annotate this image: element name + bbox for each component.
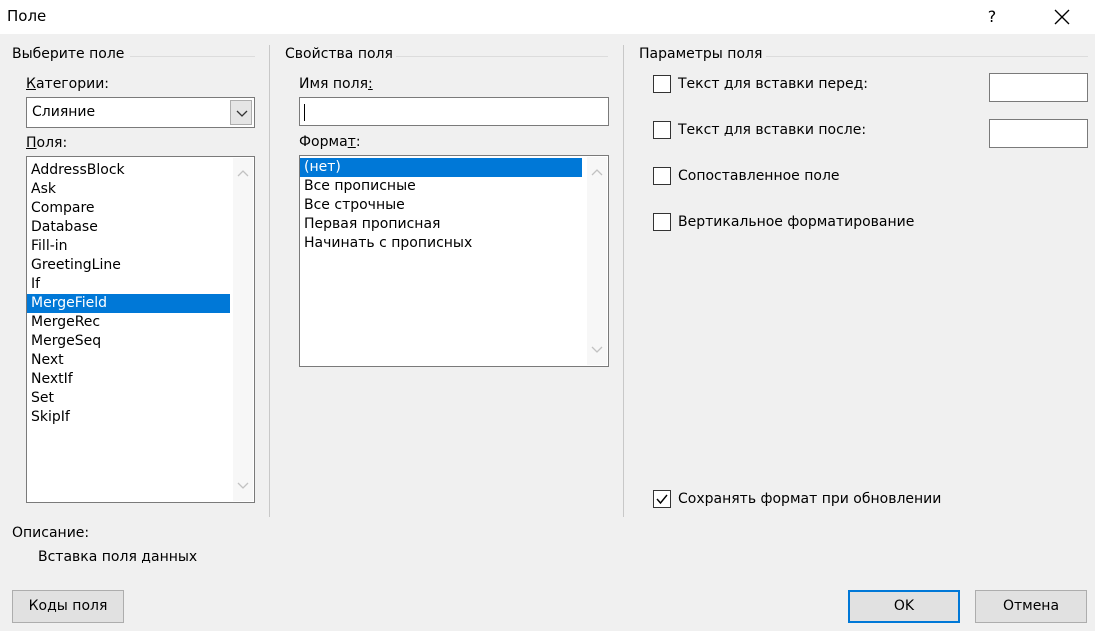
chevron-up-icon[interactable] — [236, 168, 250, 178]
list-item[interactable]: MergeRec — [27, 313, 230, 332]
window-title: Поле — [7, 7, 47, 25]
mapped-field-checkbox[interactable] — [653, 167, 671, 185]
text-after-checkbox[interactable] — [653, 121, 671, 139]
column-separator — [269, 45, 270, 517]
ok-button[interactable]: OK — [848, 590, 960, 623]
field-codes-button[interactable]: Коды поля — [12, 590, 124, 623]
fields-listbox[interactable]: AddressBlock Ask Compare Database Fill-in Gre… — [26, 156, 255, 503]
format-scrollbar[interactable] — [587, 157, 607, 365]
chevron-down-icon — [236, 110, 248, 117]
list-item[interactable]: Next — [27, 351, 230, 370]
list-item[interactable]: Все строчные — [300, 196, 582, 215]
field-codes-button-label: Коды поля — [28, 598, 108, 614]
categories-selected-value: Слияние — [32, 104, 96, 120]
list-item[interactable]: MergeSeq — [27, 332, 230, 351]
list-item[interactable]: Fill-in — [27, 237, 230, 256]
choose-field-group-title: Выберите поле — [12, 46, 125, 62]
column-separator — [623, 45, 624, 517]
cancel-button[interactable]: Отмена — [975, 590, 1087, 623]
categories-dropdown-button[interactable] — [230, 100, 252, 125]
help-button[interactable]: ? — [976, 2, 1008, 32]
vertical-format-label: Вертикальное форматирование — [678, 214, 915, 230]
cancel-button-label: Отмена — [1002, 598, 1060, 614]
preserve-format-label: Сохранять формат при обновлении — [678, 491, 942, 507]
description-label: Описание: — [12, 525, 90, 541]
text-caret — [304, 104, 305, 121]
list-item[interactable]: Database — [27, 218, 230, 237]
group-divider — [396, 56, 608, 57]
title-bar: Поле ? — [0, 0, 1095, 34]
vertical-format-checkbox[interactable] — [653, 213, 671, 231]
list-item[interactable]: Set — [27, 389, 230, 408]
fields-scrollbar[interactable] — [233, 158, 253, 501]
chevron-down-icon[interactable] — [590, 345, 604, 355]
list-item[interactable]: SkipIf — [27, 408, 230, 427]
preserve-format-checkbox[interactable] — [653, 490, 671, 508]
field-options-group-title: Параметры поля — [639, 46, 763, 62]
list-item[interactable]: Ask — [27, 180, 230, 199]
close-icon — [1054, 9, 1070, 25]
mapped-field-label: Сопоставленное поле — [678, 168, 840, 184]
ok-button-label: OK — [893, 598, 915, 614]
group-divider — [766, 56, 1088, 57]
field-name-label-text: Имя поля — [299, 76, 368, 92]
text-before-label: Текст для вставки перед: — [678, 76, 869, 92]
close-button[interactable] — [1046, 2, 1078, 32]
list-item[interactable]: (нет) — [300, 158, 582, 177]
fields-list: AddressBlock Ask Compare Database Fill-in Gre… — [27, 157, 254, 427]
list-item[interactable]: AddressBlock — [27, 161, 230, 180]
list-item[interactable]: Первая прописная — [300, 215, 582, 234]
list-item[interactable]: GreetingLine — [27, 256, 230, 275]
text-after-input[interactable] — [989, 119, 1088, 148]
text-after-label: Текст для вставки после: — [678, 122, 867, 138]
list-item[interactable]: If — [27, 275, 230, 294]
list-item[interactable]: Начинать с прописных — [300, 234, 582, 253]
format-label: Формат: — [299, 134, 361, 150]
field-name-input[interactable] — [299, 97, 609, 126]
text-before-input[interactable] — [989, 73, 1088, 102]
text-before-checkbox[interactable] — [653, 75, 671, 93]
chevron-up-icon[interactable] — [590, 167, 604, 177]
description-text: Вставка поля данных — [38, 549, 198, 565]
categories-combobox[interactable]: Слияние — [26, 97, 255, 128]
list-item[interactable]: Compare — [27, 199, 230, 218]
list-item[interactable]: NextIf — [27, 370, 230, 389]
list-item[interactable]: MergeField — [27, 294, 230, 313]
fields-label-text: оля: — [36, 135, 68, 151]
help-icon: ? — [987, 7, 997, 26]
categories-label-text: атегории: — [35, 76, 110, 92]
categories-label: Категории: — [26, 76, 110, 92]
format-list: (нет) Все прописные Все строчные Первая про… — [300, 156, 608, 253]
list-item[interactable]: Все прописные — [300, 177, 582, 196]
field-name-label: Имя поля: — [299, 76, 373, 92]
check-icon — [656, 494, 668, 505]
format-label-text: Форма — [299, 134, 348, 150]
chevron-down-icon[interactable] — [236, 481, 250, 491]
fields-label: Поля: — [26, 135, 68, 151]
field-properties-group-title: Свойства поля — [285, 46, 393, 62]
group-divider — [130, 56, 255, 57]
format-listbox[interactable]: (нет) Все прописные Все строчные Первая про… — [299, 155, 609, 367]
